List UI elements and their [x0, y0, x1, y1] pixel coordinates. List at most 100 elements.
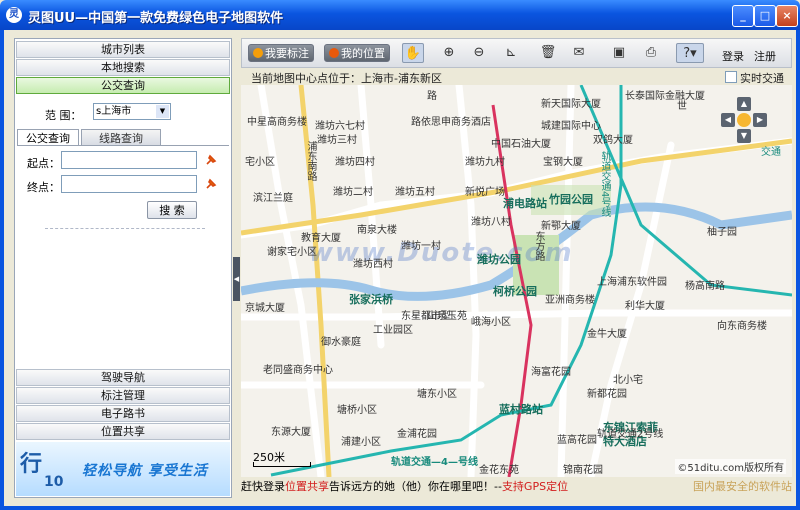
map-poi-label[interactable]: 上海浦东软件园 [597, 273, 667, 288]
map-poi-label[interactable]: 塘东小区 [417, 385, 457, 400]
location-share-link[interactable]: 位置共享 [285, 480, 329, 493]
map-pan-control[interactable]: ▲ ◀ ▶ ▼ [721, 97, 781, 157]
from-input[interactable] [61, 151, 197, 169]
checkbox-icon[interactable] [725, 71, 737, 83]
mail-icon[interactable]: ✉ [568, 43, 590, 63]
map-poi-label[interactable]: 柯桥公园 [493, 283, 537, 299]
nav-roadbook[interactable]: 电子路书 [16, 405, 230, 422]
pushpin-icon[interactable] [205, 178, 217, 190]
map-poi-label[interactable]: 塘桥小区 [337, 401, 377, 416]
map-poi-label[interactable]: 新都花园 [587, 385, 627, 400]
nav-marks[interactable]: 标注管理 [16, 387, 230, 404]
collapse-sidebar-handle[interactable]: ◀ [233, 257, 240, 301]
map-poi-label[interactable]: 张家浜桥 [349, 291, 393, 307]
map-poi-label[interactable]: 亚洲商务楼 [545, 291, 595, 306]
map-poi-label[interactable]: 浦建小区 [341, 433, 381, 448]
map-poi-label[interactable]: 蓝高花园 [557, 431, 597, 446]
map-poi-label[interactable]: 路依思申商务酒店 [411, 113, 491, 128]
map-canvas[interactable]: www.Duote.com 路新天国际大厦 长泰国际金融大厦世中星高商务楼 潍坊六七… [241, 85, 792, 477]
pan-down-icon[interactable]: ▼ [737, 129, 751, 143]
map-poi-label[interactable]: 长泰国际金融大厦 [625, 87, 705, 102]
nav-driving[interactable]: 驾驶导航 [16, 369, 230, 386]
map-poi-label[interactable]: 东源大厦 [271, 423, 311, 438]
map-poi-label[interactable]: 双鸽大厦 [593, 131, 633, 146]
map-poi-label[interactable]: 山泉玉苑 [427, 307, 467, 322]
zoom-out-icon[interactable]: ⊖ [468, 43, 490, 63]
search-button[interactable]: 搜 索 [147, 201, 197, 219]
print-icon[interactable]: ⎙ [640, 43, 662, 63]
map-poi-label[interactable]: 御水豪庭 [321, 333, 361, 348]
map-poi-label[interactable]: 新鄂大厦 [541, 217, 581, 232]
map-poi-label[interactable]: 潍坊五村 [395, 183, 435, 198]
map-poi-label[interactable]: 中国石油大厦 [491, 135, 551, 150]
mark-button[interactable]: 我要标注 [248, 44, 314, 62]
map-poi-label[interactable]: 峨海小区 [471, 313, 511, 328]
pan-up-icon[interactable]: ▲ [737, 97, 751, 111]
pushpin-icon[interactable] [205, 154, 217, 166]
map-poi-label[interactable]: 竹园公园 [549, 191, 593, 207]
map-poi-label[interactable]: 潍坊公园 [477, 251, 521, 267]
map-poi-label[interactable]: 宝钢大厦 [543, 153, 583, 168]
map-poi-label[interactable]: 北小宅 [613, 371, 643, 386]
realtime-traffic-toggle[interactable]: 实时交通 [725, 70, 784, 86]
help-icon[interactable]: ?▾ [676, 43, 704, 63]
map-poi-label[interactable]: 潍坊四村 [335, 153, 375, 168]
map-poi-label[interactable]: 潍坊六七村 [315, 117, 365, 132]
tab-bus-query[interactable]: 公交查询 [17, 129, 79, 146]
gps-support-link[interactable]: 支持GPS定位 [502, 480, 568, 493]
pan-left-icon[interactable]: ◀ [721, 113, 735, 127]
map-poi-label[interactable]: 金牛大厦 [587, 325, 627, 340]
map-poi-label[interactable]: 潍坊二村 [333, 183, 373, 198]
my-location-button[interactable]: 我的位置 [324, 44, 390, 62]
map-poi-label[interactable]: 金花东苑 [479, 461, 519, 476]
maximize-button[interactable]: □ [754, 5, 776, 27]
map-poi-label[interactable]: 新天国际大厦 [541, 95, 601, 110]
map-poi-label[interactable]: 潍坊九村 [465, 153, 505, 168]
pan-center-icon[interactable] [737, 113, 751, 127]
map-poi-label[interactable]: 浦电路站 [503, 195, 547, 211]
trash-icon[interactable]: 🗑 [537, 43, 559, 63]
login-link[interactable]: 登录 [722, 48, 744, 64]
map-poi-label[interactable]: 世 [677, 97, 687, 112]
tab-line-query[interactable]: 线路查询 [81, 129, 161, 146]
map-poi-label[interactable]: 新悦广场 [465, 183, 505, 198]
map-poi-label[interactable]: 潍坊三村 [317, 131, 357, 146]
map-poi-label[interactable]: 教育大厦 [301, 229, 341, 244]
map-poi-label[interactable]: 中星高商务楼 [247, 113, 307, 128]
map-poi-label[interactable]: 滨江兰庭 [253, 189, 293, 204]
to-input[interactable] [61, 175, 197, 193]
minimize-button[interactable]: _ [732, 5, 754, 27]
nav-location-share[interactable]: 位置共享 [16, 423, 230, 440]
nav-local-search[interactable]: 本地搜索 [16, 59, 230, 76]
map-poi-label[interactable]: 南泉大楼 [357, 221, 397, 236]
map-poi-label[interactable]: 工业园区 [373, 321, 413, 336]
zoom-in-icon[interactable]: ⊕ [438, 43, 460, 63]
map-poi-label[interactable]: 利华大厦 [625, 297, 665, 312]
nav-city-list[interactable]: 城市列表 [16, 41, 230, 58]
map-poi-label[interactable]: 老同盛商务中心 [263, 361, 333, 376]
nav-bus-query[interactable]: 公交查询 [16, 77, 230, 94]
map-poi-label[interactable]: 向东商务楼 [717, 317, 767, 332]
close-button[interactable]: × [776, 5, 798, 27]
map-poi-label[interactable]: 潍坊八村 [471, 213, 511, 228]
map-poi-label[interactable]: 锦南花园 [563, 461, 603, 476]
map-poi-label[interactable]: 柚子园 [707, 223, 737, 238]
map-poi-label[interactable]: 海富花园 [531, 363, 571, 378]
chevron-down-icon[interactable]: ▼ [156, 105, 169, 118]
pan-right-icon[interactable]: ▶ [753, 113, 767, 127]
register-link[interactable]: 注册 [754, 48, 776, 64]
map-poi-label[interactable]: 金浦花园 [397, 425, 437, 440]
map-poi-label[interactable]: 路 [427, 87, 437, 102]
map-poi-label[interactable]: 京城大厦 [245, 299, 285, 314]
range-select[interactable]: s上海市 ▼ [93, 103, 171, 120]
map-poi-label[interactable]: 潍坊西村 [353, 255, 393, 270]
save-icon[interactable]: ▣ [608, 43, 630, 63]
map-poi-label[interactable]: 蓝村路站 [499, 401, 543, 417]
map-road-label: 轨道交通4号线 [599, 151, 610, 218]
hand-pan-icon[interactable]: ✋ [402, 43, 424, 63]
map-poi-label[interactable]: 宅小区 [245, 153, 275, 168]
map-poi-label[interactable]: 潍坊一村 [401, 237, 441, 252]
measure-icon[interactable]: ⊾ [500, 43, 522, 63]
map-poi-label[interactable]: 谢家宅小区 [267, 243, 317, 258]
map-poi-label[interactable]: 城建国际中心 [541, 117, 601, 132]
